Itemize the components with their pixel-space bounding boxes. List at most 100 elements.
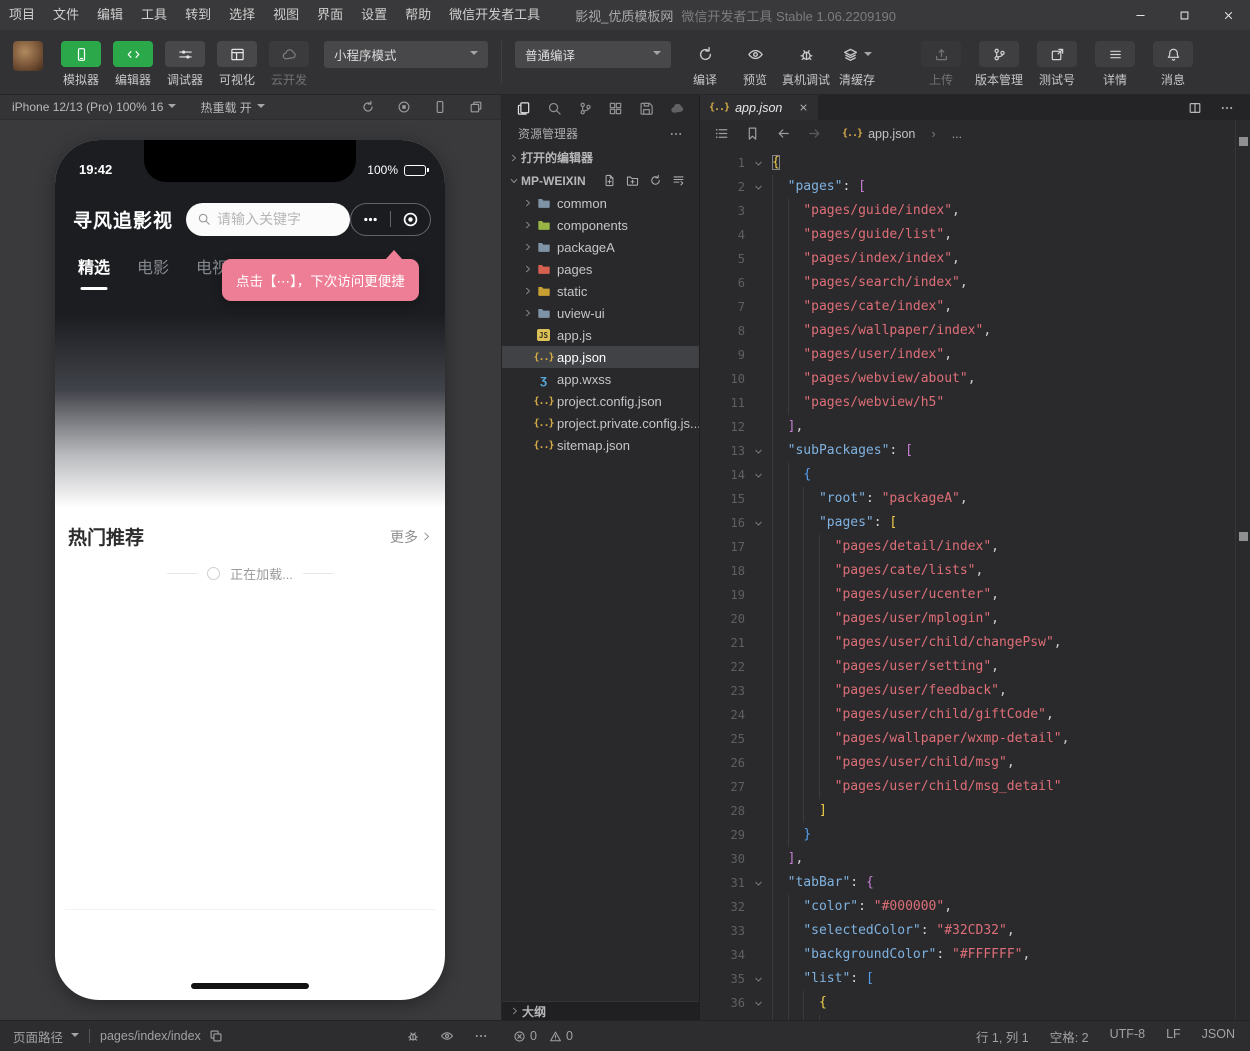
more-menu-button[interactable]: [351, 211, 390, 228]
cloud-sync-icon[interactable]: [670, 101, 685, 116]
refresh-icon[interactable]: [649, 174, 662, 187]
breadcrumb-file[interactable]: {..} app.json: [842, 127, 915, 141]
toolbar-action[interactable]: 真机调试: [782, 41, 830, 88]
code-area[interactable]: 1{2 "pages": [3 "pages/guide/index",4 "p…: [700, 147, 1250, 1020]
code-line[interactable]: 18 "pages/cate/lists",: [700, 559, 1235, 583]
tree-item[interactable]: components: [502, 214, 699, 236]
code-line[interactable]: 8 "pages/wallpaper/index",: [700, 319, 1235, 343]
statusbar-item[interactable]: 行 1, 列 1: [976, 1027, 1029, 1046]
menu-item[interactable]: 设置: [352, 0, 396, 30]
bookmark-icon[interactable]: [745, 126, 760, 141]
debug-icon[interactable]: [406, 1029, 420, 1043]
fold-icon[interactable]: [745, 967, 772, 991]
code-line[interactable]: 7 "pages/cate/index",: [700, 295, 1235, 319]
code-line[interactable]: 2 "pages": [: [700, 175, 1235, 199]
avatar[interactable]: [13, 41, 43, 71]
window-icon[interactable]: [469, 100, 483, 114]
tree-item[interactable]: {..}project.config.json: [502, 390, 699, 412]
project-section[interactable]: MP-WEIXIN: [502, 169, 699, 192]
fold-icon[interactable]: [745, 991, 772, 1015]
code-line[interactable]: 5 "pages/index/index",: [700, 247, 1235, 271]
menu-item[interactable]: 编辑: [88, 0, 132, 30]
search-input[interactable]: [217, 211, 337, 227]
open-editors-section[interactable]: 打开的编辑器: [502, 146, 699, 169]
tree-item[interactable]: {..}app.json: [502, 346, 699, 368]
code-line[interactable]: 1{: [700, 151, 1235, 175]
statusbar-item[interactable]: UTF-8: [1110, 1027, 1145, 1046]
git-branch-icon[interactable]: [578, 101, 593, 116]
page-path-label[interactable]: 页面路径: [13, 1027, 63, 1046]
toolbar-action[interactable]: 测试号: [1030, 41, 1084, 88]
mode-button[interactable]: 调试器: [160, 41, 210, 88]
outline-section[interactable]: 大纲: [502, 1001, 699, 1020]
code-line[interactable]: 34 "backgroundColor": "#FFFFFF",: [700, 943, 1235, 967]
problems-summary[interactable]: 0 0: [513, 1029, 573, 1043]
code-line[interactable]: 33 "selectedColor": "#32CD32",: [700, 919, 1235, 943]
menu-item[interactable]: 工具: [132, 0, 176, 30]
toolbar-action[interactable]: 消息: [1146, 41, 1200, 88]
maximize-button[interactable]: [1162, 0, 1206, 30]
close-tab-icon[interactable]: [798, 102, 809, 113]
code-line[interactable]: 36 {: [700, 991, 1235, 1015]
fold-icon[interactable]: [745, 175, 772, 199]
menu-item[interactable]: 选择: [220, 0, 264, 30]
tree-item[interactable]: ʒapp.wxss: [502, 368, 699, 390]
navigate-forward-icon[interactable]: [807, 126, 822, 141]
compile-mode-select[interactable]: 普通编译: [515, 41, 671, 68]
menu-item[interactable]: 视图: [264, 0, 308, 30]
record-icon[interactable]: [397, 100, 411, 114]
code-line[interactable]: 9 "pages/user/index",: [700, 343, 1235, 367]
hot-reload-toggle[interactable]: 热重载 开: [200, 99, 264, 116]
code-line[interactable]: 14 {: [700, 463, 1235, 487]
menu-item[interactable]: 转到: [176, 0, 220, 30]
code-line[interactable]: 6 "pages/search/index",: [700, 271, 1235, 295]
mode-button[interactable]: 编辑器: [108, 41, 158, 88]
toolbar-action[interactable]: 详情: [1088, 41, 1142, 88]
menu-item[interactable]: 微信开发者工具: [440, 0, 549, 30]
minimize-button[interactable]: [1118, 0, 1162, 30]
code-line[interactable]: 24 "pages/user/child/giftCode",: [700, 703, 1235, 727]
code-line[interactable]: 15 "root": "packageA",: [700, 487, 1235, 511]
toolbar-action[interactable]: 上传: [914, 41, 968, 88]
menu-item[interactable]: 帮助: [396, 0, 440, 30]
statusbar-item[interactable]: JSON: [1202, 1027, 1235, 1046]
restart-icon[interactable]: [361, 100, 375, 114]
navigate-back-icon[interactable]: [776, 126, 791, 141]
preview-icon[interactable]: [440, 1029, 454, 1043]
code-line[interactable]: 23 "pages/user/feedback",: [700, 679, 1235, 703]
more-icon[interactable]: [474, 1029, 488, 1043]
code-line[interactable]: 4 "pages/guide/list",: [700, 223, 1235, 247]
code-line[interactable]: 3 "pages/guide/index",: [700, 199, 1235, 223]
code-line[interactable]: 16 "pages": [: [700, 511, 1235, 535]
collapse-icon[interactable]: [672, 174, 685, 187]
tree-item[interactable]: {..}sitemap.json: [502, 434, 699, 456]
files-icon[interactable]: [516, 101, 531, 116]
code-line[interactable]: 12 ],: [700, 415, 1235, 439]
device-select[interactable]: iPhone 12/13 (Pro) 100% 16: [12, 100, 176, 114]
tree-item[interactable]: JSapp.js: [502, 324, 699, 346]
fold-icon[interactable]: [745, 151, 772, 175]
split-editor-icon[interactable]: [1188, 101, 1202, 115]
code-line[interactable]: 28 ]: [700, 799, 1235, 823]
code-line[interactable]: 31 "tabBar": {: [700, 871, 1235, 895]
tree-item[interactable]: uview-ui: [502, 302, 699, 324]
mode-button[interactable]: 可视化: [212, 41, 262, 88]
code-line[interactable]: 22 "pages/user/setting",: [700, 655, 1235, 679]
code-line[interactable]: 13 "subPackages": [: [700, 439, 1235, 463]
category-tab[interactable]: 电影: [137, 254, 169, 278]
device-icon[interactable]: [433, 100, 447, 114]
code-line[interactable]: 35 "list": [: [700, 967, 1235, 991]
fold-icon[interactable]: [745, 463, 772, 487]
code-line[interactable]: 30 ],: [700, 847, 1235, 871]
tree-item[interactable]: packageA: [502, 236, 699, 258]
statusbar-item[interactable]: LF: [1166, 1027, 1181, 1046]
menu-item[interactable]: 界面: [308, 0, 352, 30]
more-icon[interactable]: [669, 127, 683, 141]
toolbar-action[interactable]: 清缓存: [834, 41, 880, 88]
fold-icon[interactable]: [745, 439, 772, 463]
breadcrumb-rest[interactable]: ...: [952, 127, 962, 141]
tab-app-json[interactable]: {..} app.json: [700, 95, 818, 120]
fold-icon[interactable]: [745, 511, 772, 535]
search-icon[interactable]: [547, 101, 562, 116]
exit-miniprogram-button[interactable]: [391, 211, 430, 228]
